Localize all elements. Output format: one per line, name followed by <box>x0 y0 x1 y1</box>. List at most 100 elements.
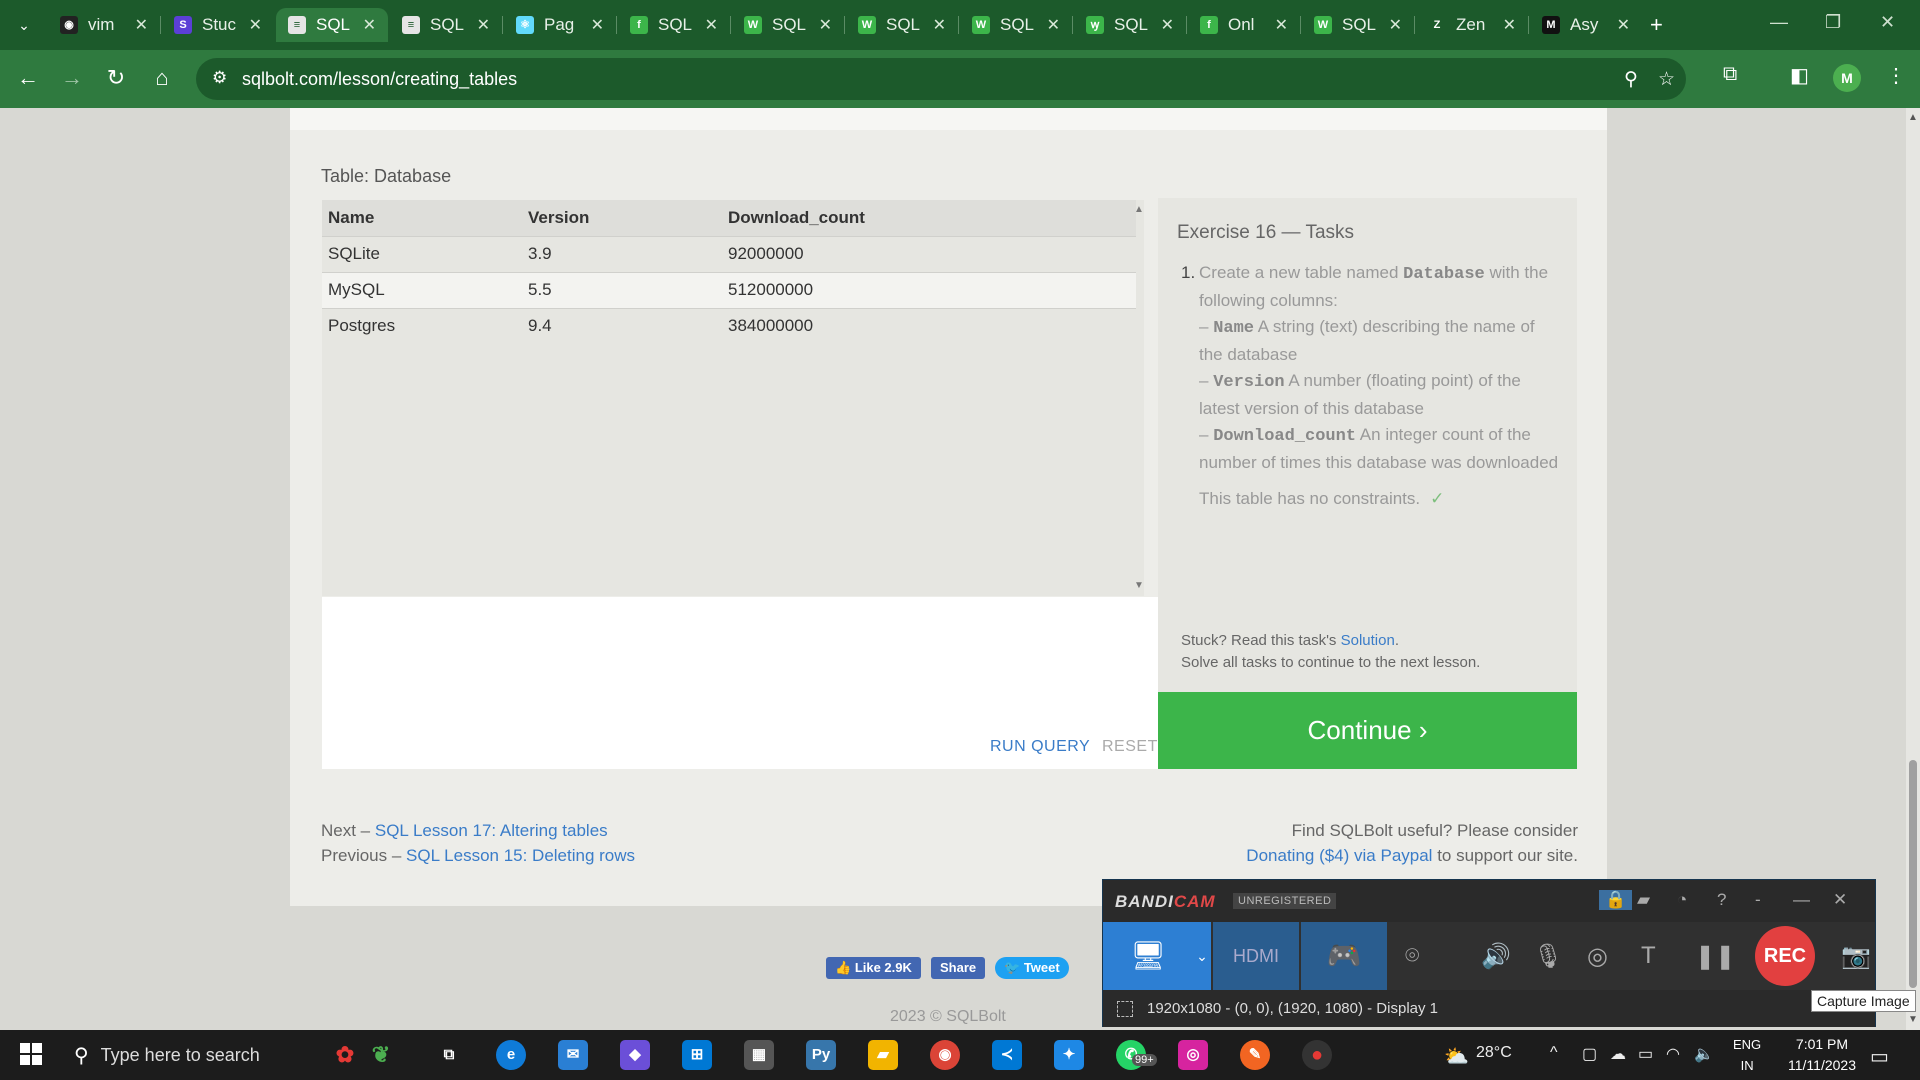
tab-search-chevron-icon[interactable]: ⌄ <box>10 13 38 37</box>
back-arrow-icon[interactable]: ← <box>14 65 42 91</box>
profile-avatar[interactable]: M <box>1833 64 1861 92</box>
home-icon[interactable]: ⌂ <box>148 65 176 91</box>
windows-start-icon[interactable] <box>20 1043 42 1065</box>
next-lesson-link[interactable]: SQL Lesson 17: Altering tables <box>375 821 608 840</box>
clock[interactable]: 7:01 PM 11/11/2023 <box>1788 1034 1856 1076</box>
taskbar-search[interactable]: ⚲ Type here to search <box>60 1030 322 1080</box>
notifications-icon[interactable]: ▭ <box>1870 1044 1889 1069</box>
browser-menu-icon[interactable]: ⋮ <box>1886 63 1906 88</box>
address-bar[interactable]: ⚙ sqlbolt.com/lesson/creating_tables ⚲ ☆ <box>196 58 1686 100</box>
chrome-browser-icon[interactable]: ◉ <box>930 1040 960 1070</box>
browser-tab[interactable]: ≡ SQL ✕ <box>390 8 502 42</box>
capture-image-camera-icon[interactable]: 📷 <box>1841 942 1871 971</box>
continue-button[interactable]: Continue › <box>1158 692 1577 769</box>
run-query-button[interactable]: RUN QUERY <box>990 738 1090 756</box>
weather-temperature[interactable]: 28°C <box>1476 1044 1512 1062</box>
microphone-icon[interactable]: 🎙 <box>1533 942 1563 971</box>
tab-close-icon[interactable]: ✕ <box>1047 15 1060 35</box>
browser-tab[interactable]: f Onl ✕ <box>1188 8 1300 42</box>
tweet-button[interactable]: 🐦 Tweet <box>995 957 1069 979</box>
battery-icon[interactable]: ▭ <box>1638 1044 1653 1064</box>
folder-icon[interactable]: ▰ <box>1637 890 1650 910</box>
volume-icon[interactable]: 🔈 <box>1694 1044 1714 1064</box>
webcam-icon[interactable]: ⌾ <box>1405 942 1419 970</box>
mail-icon[interactable]: ✉ <box>558 1040 588 1070</box>
weather-icon[interactable]: ⛅ <box>1444 1044 1469 1069</box>
tab-close-icon[interactable]: ✕ <box>591 15 604 35</box>
browser-tab[interactable]: M Asy ✕ <box>1530 8 1642 42</box>
game-mode-controller-icon[interactable]: 🎮 <box>1301 922 1387 990</box>
copilot-icon[interactable]: ◆ <box>620 1040 650 1070</box>
browser-tab[interactable]: W SQL ✕ <box>1302 8 1414 42</box>
hdmi-mode-icon[interactable]: HDMI <box>1213 922 1299 990</box>
app-orange-icon[interactable]: ✎ <box>1240 1040 1270 1070</box>
minimize-window-icon[interactable]: — <box>1770 12 1788 33</box>
calculator-icon[interactable]: ▦ <box>744 1040 774 1070</box>
scroll-up-icon[interactable]: ▲ <box>1134 204 1144 215</box>
tab-close-icon[interactable]: ✕ <box>819 15 832 35</box>
help-icon[interactable]: ? <box>1717 890 1726 910</box>
git-client-icon[interactable]: ✦ <box>1054 1040 1084 1070</box>
speaker-icon[interactable]: 🔊 <box>1481 942 1511 971</box>
solution-link[interactable]: Solution <box>1341 632 1395 649</box>
browser-tab[interactable]: S Stuc ✕ <box>162 8 274 42</box>
tab-close-icon[interactable]: ✕ <box>477 15 490 35</box>
bandicam-taskbar-icon[interactable]: ● <box>1302 1040 1332 1070</box>
python-icon[interactable]: Py <box>806 1040 836 1070</box>
tab-close-icon[interactable]: ✕ <box>933 15 946 35</box>
tab-close-icon[interactable]: ✕ <box>1617 15 1630 35</box>
tab-close-icon[interactable]: ✕ <box>1389 15 1402 35</box>
lock-icon[interactable]: 🔒 <box>1599 890 1633 910</box>
tab-close-icon[interactable]: ✕ <box>1275 15 1288 35</box>
text-overlay-icon[interactable]: T <box>1641 942 1656 970</box>
minimize-icon[interactable]: — <box>1793 890 1810 910</box>
page-scrollbar[interactable]: ▲ ▼ <box>1906 108 1920 1030</box>
zoom-icon[interactable]: ⚲ <box>1624 68 1638 91</box>
vscode-icon[interactable]: ≺ <box>992 1040 1022 1070</box>
scroll-down-icon[interactable]: ▼ <box>1908 1014 1918 1025</box>
scrollbar-thumb[interactable] <box>1909 760 1917 988</box>
tab-close-icon[interactable]: ✕ <box>249 15 262 35</box>
tab-close-icon[interactable]: ✕ <box>1503 15 1516 35</box>
microsoft-store-icon[interactable]: ⊞ <box>682 1040 712 1070</box>
extensions-icon[interactable]: ⧉ <box>1723 63 1737 86</box>
pause-icon[interactable]: ❚❚ <box>1695 942 1735 971</box>
browser-tab[interactable]: ≡ SQL ✕ <box>276 8 388 42</box>
browser-tab[interactable]: ◉ vim ✕ <box>48 8 160 42</box>
tab-close-icon[interactable]: ✕ <box>363 15 376 35</box>
close-window-icon[interactable]: ✕ <box>1880 12 1895 33</box>
browser-tab[interactable]: W SQL ✕ <box>846 8 958 42</box>
browser-tab[interactable]: W SQL ✕ <box>732 8 844 42</box>
close-icon[interactable]: ✕ <box>1833 890 1847 910</box>
side-panel-icon[interactable]: ◧ <box>1790 63 1809 88</box>
collapse-icon[interactable]: - <box>1755 890 1761 910</box>
browser-tab[interactable]: f SQL ✕ <box>618 8 730 42</box>
clock-icon[interactable]: ◔ <box>1677 890 1687 910</box>
file-explorer-icon[interactable]: ▰ <box>868 1040 898 1070</box>
edge-browser-icon[interactable]: e <box>496 1040 526 1070</box>
cursor-effect-icon[interactable]: ◎ <box>1587 942 1608 971</box>
facebook-like-button[interactable]: 👍 Like 2.9K <box>826 957 921 979</box>
previous-lesson-link[interactable]: SQL Lesson 15: Deleting rows <box>406 846 635 865</box>
browser-tab[interactable]: ꝡ SQL ✕ <box>1074 8 1186 42</box>
url-text[interactable]: sqlbolt.com/lesson/creating_tables <box>242 69 517 90</box>
onedrive-icon[interactable]: ☁ <box>1610 1044 1626 1064</box>
tab-close-icon[interactable]: ✕ <box>705 15 718 35</box>
results-scrollbar[interactable]: ▲ ▼ <box>1134 200 1144 596</box>
bookmark-star-icon[interactable]: ☆ <box>1658 68 1675 91</box>
tab-close-icon[interactable]: ✕ <box>135 15 148 35</box>
instagram-icon[interactable]: ◎ <box>1178 1040 1208 1070</box>
reset-button[interactable]: RESET <box>1102 738 1158 756</box>
new-tab-button[interactable]: + <box>1650 12 1663 38</box>
scroll-down-icon[interactable]: ▼ <box>1134 580 1144 591</box>
task-view-icon[interactable]: ⧉ <box>434 1040 464 1070</box>
record-button[interactable]: REC <box>1755 926 1815 986</box>
scroll-up-icon[interactable]: ▲ <box>1908 112 1918 123</box>
tab-close-icon[interactable]: ✕ <box>1161 15 1174 35</box>
tray-chevron-icon[interactable]: ^ <box>1550 1044 1558 1062</box>
browser-tab[interactable]: Z Zen ✕ <box>1416 8 1528 42</box>
tray-device-icon[interactable]: ▢ <box>1582 1044 1597 1064</box>
selection-area-icon[interactable] <box>1117 1001 1133 1017</box>
browser-tab[interactable]: ⚛ Pag ✕ <box>504 8 616 42</box>
language-indicator[interactable]: ENG IN <box>1733 1034 1761 1076</box>
